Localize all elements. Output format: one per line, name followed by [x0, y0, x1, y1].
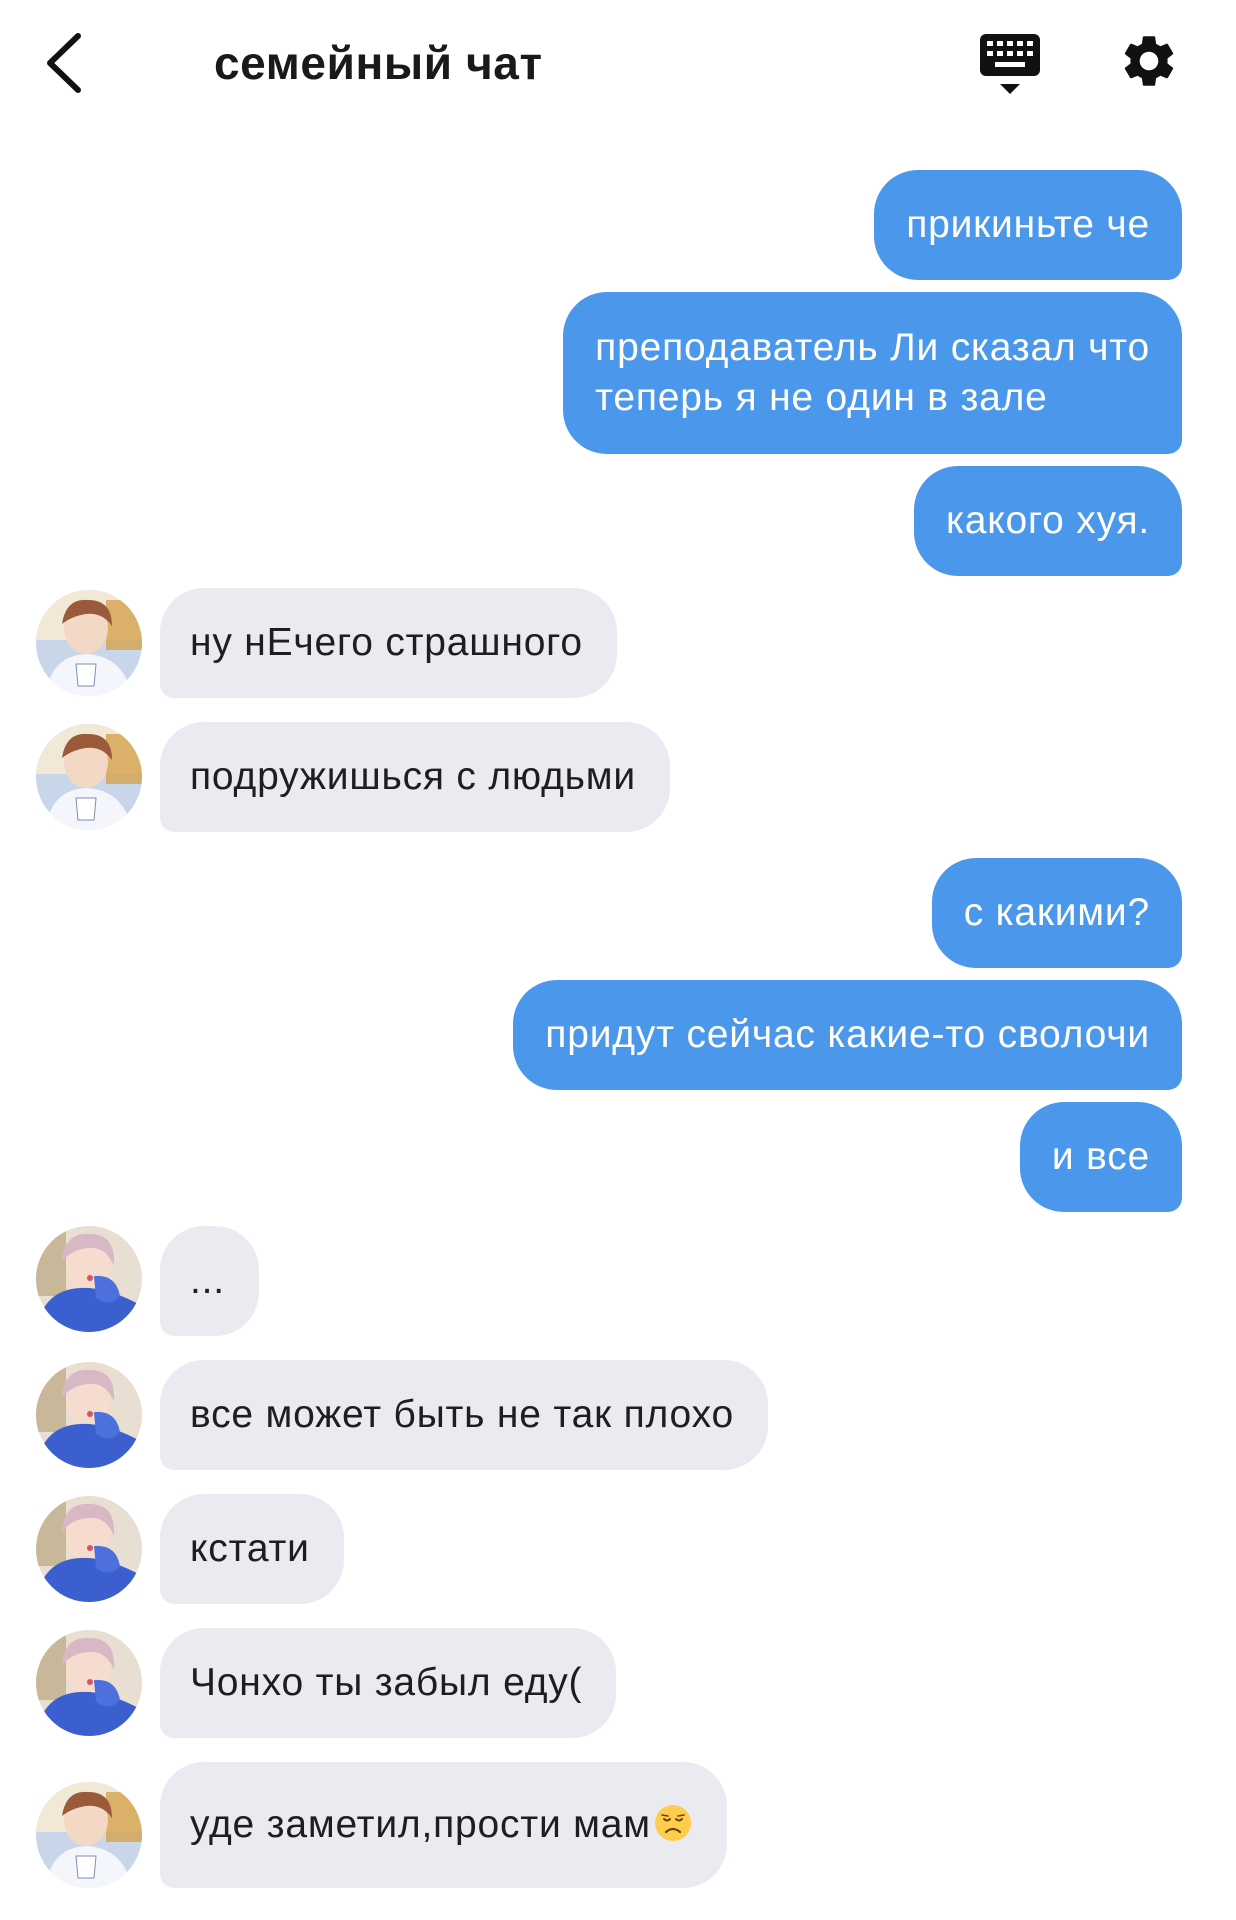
- message-bubble[interactable]: уде заметил,прости мам: [160, 1762, 727, 1888]
- message-bubble[interactable]: с какими?: [931, 858, 1182, 968]
- message-bubble[interactable]: кстати: [160, 1494, 344, 1604]
- message-bubble[interactable]: и все: [1019, 1102, 1182, 1212]
- message-text: подружишься с людьми: [190, 755, 636, 798]
- message-bubble[interactable]: все может быть не так плохо: [160, 1360, 768, 1470]
- avatar[interactable]: [36, 1362, 142, 1468]
- gear-icon: [1124, 36, 1174, 86]
- message-text: Чонхо ты забыл еду(: [190, 1661, 583, 1704]
- chat-header: семейный чат: [0, 0, 1236, 130]
- message-text: какого хуя.: [945, 499, 1150, 542]
- message-bubble[interactable]: ...: [160, 1226, 259, 1336]
- avatar[interactable]: [36, 1226, 142, 1332]
- chevron-left-icon: [47, 33, 81, 93]
- message-bubble[interactable]: прикиньте че: [874, 170, 1182, 280]
- message-bubble[interactable]: преподаватель Ли сказал что теперь я не …: [563, 292, 1182, 454]
- message-text: ну нЕчего страшного: [190, 621, 583, 664]
- keyboard-icon: [980, 34, 1040, 94]
- message-bubble[interactable]: ну нЕчего страшного: [160, 588, 617, 698]
- message-text: придут сейчас какие-то сволочи: [545, 1013, 1150, 1056]
- message-text: и все: [1051, 1135, 1150, 1178]
- disappointed-face-emoji: [654, 1805, 691, 1841]
- settings-button[interactable]: [1118, 30, 1180, 92]
- message-bubble[interactable]: подружишься с людьми: [160, 722, 670, 832]
- message-bubble[interactable]: какого хуя.: [913, 466, 1182, 576]
- avatar[interactable]: [36, 1496, 142, 1602]
- message-text: все может быть не так плохо: [190, 1393, 734, 1436]
- message-text: преподаватель Ли сказал что теперь я не …: [595, 326, 1150, 419]
- back-button[interactable]: [40, 28, 96, 98]
- message-text: прикиньте че: [906, 203, 1150, 246]
- keyboard-button[interactable]: [978, 30, 1042, 100]
- message-bubble[interactable]: придут сейчас какие-то сволочи: [513, 980, 1182, 1090]
- avatar[interactable]: [36, 1630, 142, 1736]
- avatar[interactable]: [36, 1782, 142, 1888]
- message-bubble[interactable]: Чонхо ты забыл еду(: [160, 1628, 617, 1738]
- avatar[interactable]: [36, 724, 142, 830]
- message-text-content: уде заметил,прости мам: [190, 1803, 651, 1846]
- avatar[interactable]: [36, 590, 142, 696]
- chat-title: семейный чат: [214, 37, 543, 89]
- message-text: ...: [190, 1259, 225, 1302]
- message-text: с какими?: [963, 891, 1150, 934]
- message-text: кстати: [190, 1527, 310, 1570]
- message-text: уде заметил,прости мам: [190, 1800, 693, 1850]
